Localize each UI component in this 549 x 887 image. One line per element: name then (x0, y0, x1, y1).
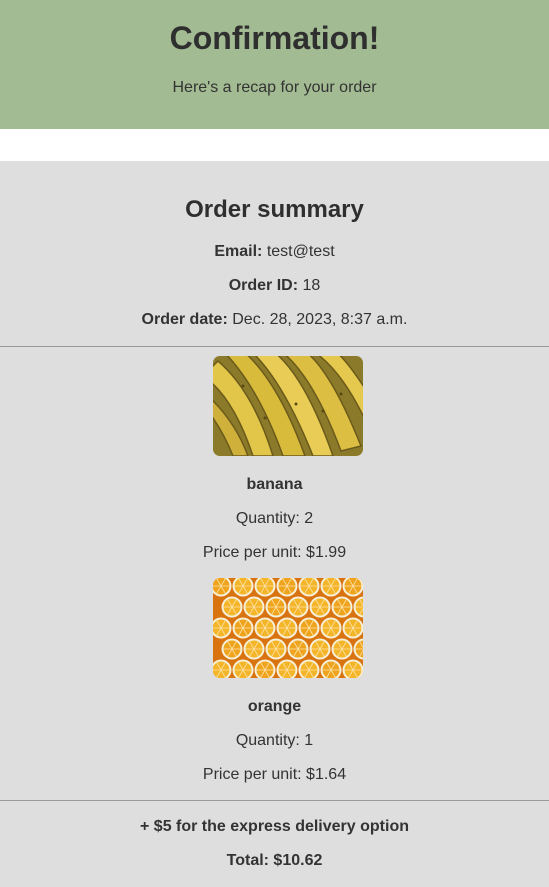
order-date-label: Order date: (141, 311, 228, 328)
banana-photo-icon (213, 356, 363, 456)
order-summary-panel: Order summary Email: test@test Order ID:… (0, 161, 549, 887)
divider (0, 800, 549, 801)
item-quantity: Quantity: 2 (235, 510, 314, 527)
item-quantity: Quantity: 1 (235, 732, 314, 749)
order-date-line: Order date: Dec. 28, 2023, 8:37 a.m. (0, 310, 549, 330)
order-summary-title: Order summary (185, 196, 364, 223)
order-id-value: 18 (302, 277, 321, 294)
confirmation-header: Confirmation! Here's a recap for your or… (0, 0, 549, 129)
page-subtitle: Here's a recap for your order (172, 79, 377, 96)
email-value: test@test (266, 243, 335, 260)
item-name: banana (246, 476, 303, 493)
order-date-value: Dec. 28, 2023, 8:37 a.m. (232, 311, 408, 328)
email-line: Email: test@test (0, 242, 549, 262)
delivery-fee-text: + $5 for the express delivery option (140, 818, 409, 835)
order-id-line: Order ID: 18 (0, 276, 549, 296)
divider (0, 346, 549, 347)
orange-photo-icon (213, 578, 363, 678)
item-price: Price per unit: $1.64 (202, 766, 347, 783)
page-title: Confirmation! (169, 20, 380, 56)
item-price: Price per unit: $1.99 (202, 544, 347, 561)
order-total: Total: $10.62 (226, 852, 323, 869)
item-name: orange (247, 698, 302, 715)
order-id-label: Order ID: (228, 277, 299, 294)
email-label: Email: (214, 243, 263, 260)
